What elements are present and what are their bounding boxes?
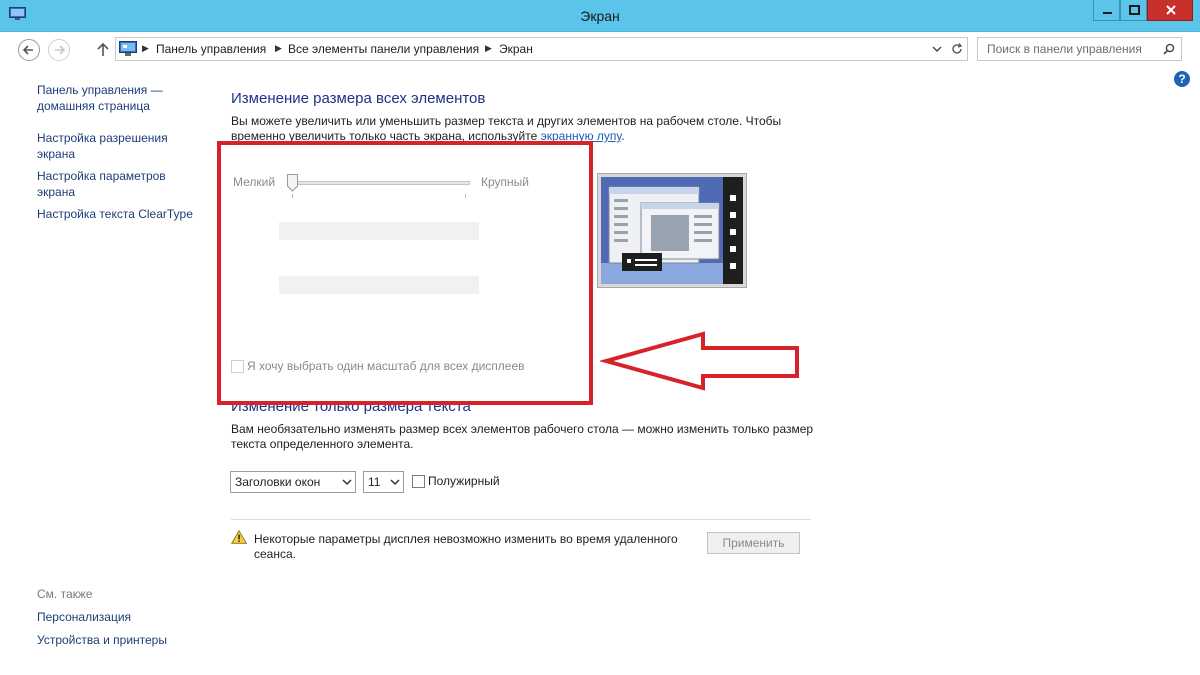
help-button[interactable]: ? (1174, 71, 1190, 87)
breadcrumb-control-panel[interactable]: Панель управления (156, 42, 266, 56)
resize-text-title: Изменение только размера текста (231, 398, 471, 415)
search-icon[interactable] (1162, 42, 1176, 56)
warning-icon (231, 530, 247, 544)
resize-all-description: Вы можете увеличить или уменьшить размер… (231, 114, 791, 144)
single-scale-checkbox-label[interactable]: Я хочу выбрать один масштаб для всех дис… (247, 359, 525, 373)
sidebar-link-personalization[interactable]: Персонализация (37, 609, 197, 625)
dropdown-chevron-icon[interactable] (930, 42, 944, 56)
font-size-select-value: 11 (368, 475, 381, 489)
maximize-icon (1129, 5, 1140, 15)
sidebar-link-home[interactable]: Панель управления — домашняя страница (37, 82, 197, 114)
search-input[interactable] (978, 38, 1158, 60)
forward-button[interactable] (48, 39, 70, 61)
scale-slider-thumb[interactable] (287, 174, 298, 192)
title-bar: Экран (0, 0, 1200, 32)
minimize-button[interactable] (1093, 0, 1120, 21)
annotation-arrow-icon (600, 331, 799, 391)
breadcrumb-separator-icon: ▶ (485, 43, 492, 53)
control-panel-icon (119, 41, 137, 56)
text-element-select[interactable]: Заголовки окон (230, 471, 356, 493)
slider-min-label: Мелкий (233, 175, 276, 189)
resize-all-description-end: . (621, 129, 625, 143)
sidebar-link-devices-printers[interactable]: Устройства и принтеры (37, 632, 197, 648)
minimize-icon (1103, 12, 1112, 14)
resize-all-description-text: Вы можете увеличить или уменьшить размер… (231, 114, 782, 143)
resize-text-description: Вам необязательно изменять размер всех э… (231, 422, 814, 451)
close-button[interactable] (1147, 0, 1193, 21)
see-also-heading: См. также (37, 587, 93, 601)
refresh-icon[interactable] (950, 42, 964, 56)
bold-checkbox[interactable] (412, 475, 425, 488)
breadcrumb-all-items[interactable]: Все элементы панели управления (288, 42, 479, 56)
display-preview-image (597, 173, 747, 288)
search-box[interactable] (977, 37, 1182, 61)
single-scale-checkbox[interactable] (231, 360, 244, 373)
slider-tick (465, 194, 466, 198)
breadcrumb-display[interactable]: Экран (499, 42, 533, 56)
resize-all-title: Изменение размера всех элементов (231, 90, 486, 107)
chevron-down-icon (342, 479, 352, 486)
apply-button[interactable]: Применить (707, 532, 800, 554)
breadcrumb-separator-icon: ▶ (275, 43, 282, 53)
sidebar-link-cleartype[interactable]: Настройка текста ClearType (37, 206, 197, 222)
close-icon (1166, 5, 1176, 15)
back-button[interactable] (18, 39, 40, 61)
up-arrow-icon[interactable] (96, 41, 110, 57)
section-divider (231, 519, 811, 520)
window-title: Экран (580, 8, 620, 24)
font-size-select[interactable]: 11 (363, 471, 404, 493)
back-arrow-icon (22, 45, 33, 55)
address-bar[interactable]: ▶ Панель управления ▶ Все элементы панел… (115, 37, 968, 61)
chevron-down-icon (390, 479, 400, 486)
sidebar-link-resolution[interactable]: Настройка разрешения экрана (37, 130, 197, 162)
scale-slider-track[interactable] (289, 181, 470, 185)
preview-placeholder (279, 276, 479, 294)
slider-max-label: Крупный (481, 175, 529, 189)
sidebar-link-display-settings[interactable]: Настройка параметров экрана (37, 168, 197, 200)
magnifier-link[interactable]: экранную лупу (541, 129, 622, 143)
forward-arrow-icon (55, 45, 66, 55)
preview-placeholder (279, 222, 479, 240)
maximize-button[interactable] (1120, 0, 1147, 21)
breadcrumb-separator-icon: ▶ (142, 43, 149, 53)
slider-tick (292, 194, 293, 198)
bold-checkbox-label[interactable]: Полужирный (428, 474, 500, 488)
remote-session-warning: Некоторые параметры дисплея невозможно и… (254, 532, 678, 561)
text-element-select-value: Заголовки окон (235, 475, 321, 489)
